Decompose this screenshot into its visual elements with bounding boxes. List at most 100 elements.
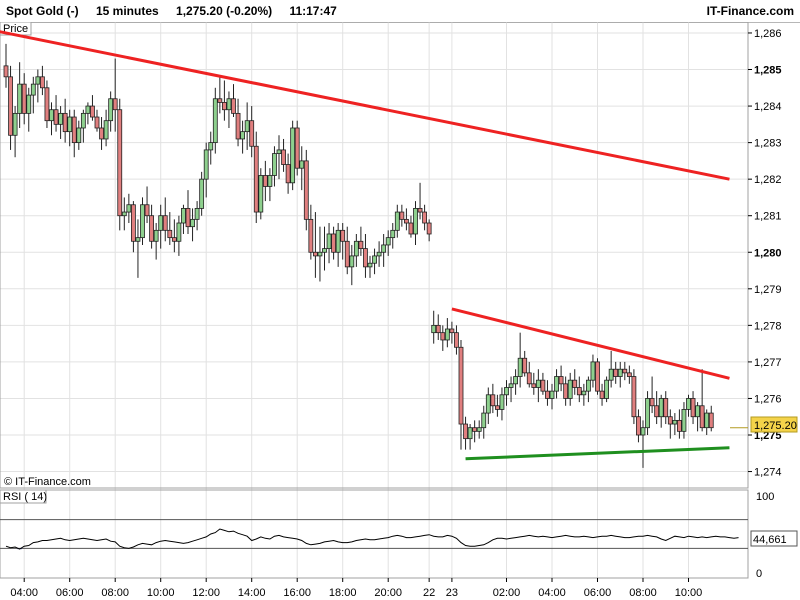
candle-body — [3, 65, 9, 78]
candle-body — [344, 240, 350, 268]
candle-body — [408, 222, 414, 235]
price-tick-label: 1,276 — [754, 393, 782, 405]
candle-body — [403, 218, 409, 224]
timeframe-label: 15 minutes — [96, 4, 159, 18]
price-axis[interactable]: 1,286 1,285 1,284 1,283 1,282 1,281 1,280 1,279… — [730, 28, 782, 479]
chart-canvas: Price © IT-Finance.com 1,2861,2851,2841,… — [0, 22, 798, 599]
price-tick-label: 1,284 — [754, 101, 782, 113]
candle-body — [640, 427, 646, 436]
candle-body — [158, 215, 164, 231]
chart-header: Spot Gold (-) 15 minutes 1,275.20 (-0.20… — [0, 0, 800, 23]
candle-body — [695, 405, 700, 418]
candle-body — [149, 215, 155, 242]
candle-body — [53, 109, 59, 125]
candle-body — [231, 98, 236, 114]
candle-body — [58, 112, 63, 125]
candle-body — [99, 127, 104, 140]
time-tick-label: 18:00 — [329, 587, 357, 599]
candle-body — [595, 361, 600, 392]
candle-body — [649, 398, 655, 407]
price-tick-label: 1,274 — [754, 467, 782, 479]
candle-body — [599, 390, 605, 399]
candle-body — [463, 423, 468, 440]
candle-body — [604, 379, 609, 399]
candle-body — [499, 394, 505, 410]
time-axis[interactable]: 04:00 06:00 08:00 10:00 12:00 14:00 16:00 18:00… — [10, 578, 702, 599]
time-tick-label: 02:00 — [493, 587, 521, 599]
candle-body — [394, 211, 400, 231]
candle-body — [135, 237, 141, 242]
candle-body — [281, 149, 286, 165]
time-tick-label: 06:00 — [584, 587, 612, 599]
candle-body — [94, 116, 100, 129]
candle-body — [203, 149, 209, 180]
candle-body — [704, 412, 710, 429]
candle-body — [672, 419, 678, 425]
rsi-tick-0: 0 — [756, 568, 762, 580]
candle-body — [654, 405, 660, 418]
candle-body — [353, 240, 359, 257]
candle-body — [153, 229, 159, 242]
candle-body — [526, 372, 532, 385]
candle-body — [658, 398, 664, 418]
time-tick-label: 04:00 — [10, 587, 38, 599]
price-tick-label: 1,278 — [754, 320, 782, 332]
candle-body — [208, 142, 214, 151]
candle-body — [90, 105, 95, 118]
time-tick-label: 10:00 — [147, 587, 175, 599]
candle-body — [422, 211, 428, 224]
candle-body — [540, 379, 546, 392]
candle-body — [358, 240, 364, 250]
candle-body — [35, 76, 41, 85]
candle-body — [185, 207, 191, 228]
candle-body — [349, 255, 355, 268]
candle-body — [262, 175, 268, 187]
copyright-watermark: © IT-Finance.com — [4, 476, 91, 488]
candle-body — [426, 222, 432, 235]
time-tick-label: 04:00 — [538, 587, 566, 599]
time-tick-label: 14:00 — [238, 587, 266, 599]
candle-body — [677, 419, 682, 432]
candle-body — [494, 405, 500, 410]
candle-body — [690, 398, 696, 418]
candle-body — [194, 207, 200, 220]
brand-label: IT-Finance.com — [706, 4, 794, 18]
current-price-label: 1,275.20 — [754, 420, 797, 432]
candle-body — [363, 248, 368, 268]
candle-body — [444, 328, 450, 341]
time-tick-label: 08:00 — [101, 587, 129, 599]
candle-body — [235, 112, 241, 140]
candle-body — [267, 175, 273, 187]
candle-body — [308, 218, 314, 253]
candle-body — [12, 112, 18, 136]
candle-body — [17, 83, 23, 114]
candle-body — [626, 372, 632, 377]
candle-body — [40, 76, 45, 89]
price-tick-label: 1,283 — [754, 138, 782, 150]
candle-body — [326, 233, 332, 250]
candle-body — [130, 204, 136, 242]
candle-body — [212, 98, 218, 144]
candle-body — [699, 405, 705, 429]
price-tick-label: 1,281 — [754, 211, 782, 223]
candle-body — [645, 398, 650, 429]
candle-body — [663, 398, 669, 418]
candle-body — [617, 368, 623, 377]
candle-body — [117, 109, 123, 217]
candle-body — [381, 244, 387, 253]
rsi-tick-100: 100 — [756, 491, 774, 503]
candle-body — [67, 116, 73, 133]
candle-body — [476, 427, 482, 432]
candle-body — [385, 237, 391, 246]
candle-body — [249, 120, 255, 147]
candle-body — [513, 376, 518, 385]
candle-body — [299, 160, 305, 169]
candle-body — [563, 383, 569, 399]
candle-body — [317, 251, 323, 257]
time-tick-label: 23 — [446, 587, 458, 599]
candle-body — [622, 368, 628, 374]
candle-body — [481, 412, 487, 429]
price-tick-label: 1,286 — [754, 28, 782, 40]
instrument-info: Spot Gold (-) 15 minutes 1,275.20 (-0.20… — [6, 4, 351, 18]
price-tick-label: 1,277 — [754, 357, 782, 369]
